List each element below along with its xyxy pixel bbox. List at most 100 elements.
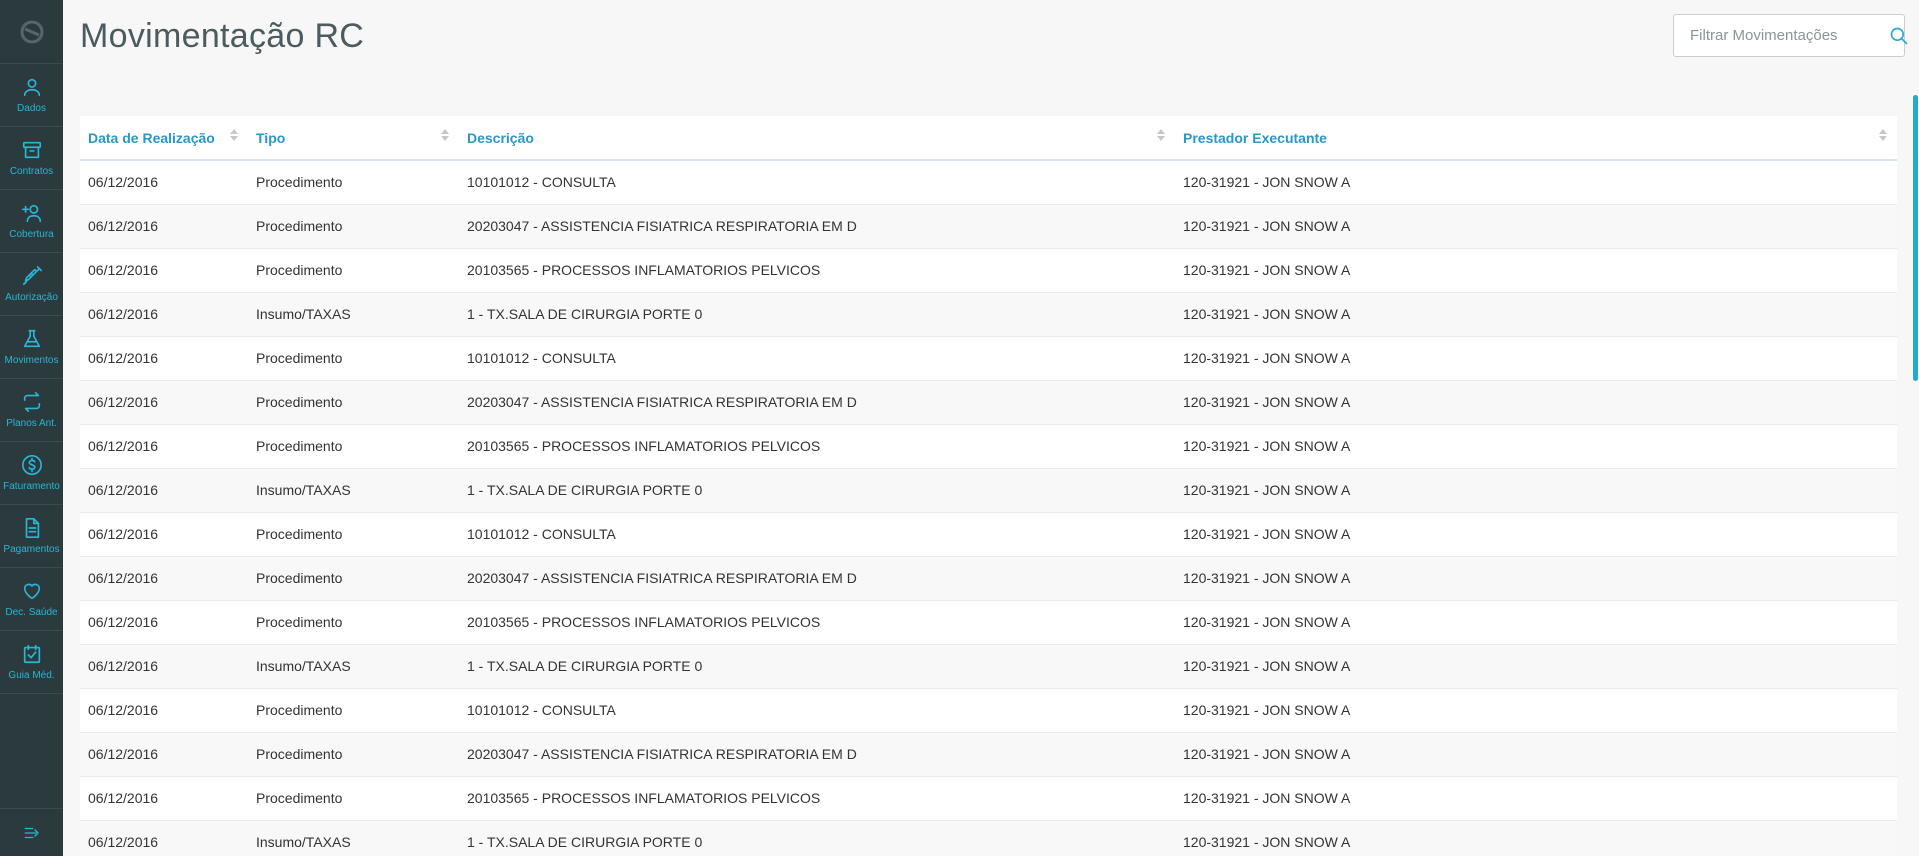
table-row[interactable]: 06/12/2016 Procedimento 20203047 - ASSISTE… — [80, 380, 1897, 425]
movements-table-container: Data de Realização Tipo Descrição Presta… — [80, 116, 1897, 856]
sidebar-item-label: Dec. Saúde — [5, 607, 58, 618]
sidebar-item-guia-med[interactable]: Guia Méd. — [0, 631, 63, 694]
cell-tipo: Procedimento — [248, 600, 459, 645]
table-row[interactable]: 06/12/2016 Insumo/TAXAS 1 - TX.SALA DE CIR… — [80, 820, 1897, 856]
sidebar: Dados Contratos Cobertura Autorização Mo… — [0, 0, 63, 856]
cell-descricao: 1 - TX.SALA DE CIRURGIA PORTE 0 — [459, 468, 1175, 513]
table-row[interactable]: 06/12/2016 Procedimento 10101012 - CONSULT… — [80, 336, 1897, 381]
cell-prestador: 120-31921 - JON SNOW A — [1175, 160, 1897, 205]
sidebar-item-planos-ant[interactable]: Planos Ant. — [0, 379, 63, 442]
calendar-check-icon — [23, 644, 40, 664]
cell-prestador: 120-31921 - JON SNOW A — [1175, 556, 1897, 601]
column-header-label: Tipo — [256, 129, 286, 146]
sidebar-item-faturamento[interactable]: Faturamento — [0, 442, 63, 505]
cell-data-realizacao: 06/12/2016 — [80, 732, 248, 777]
cell-descricao: 1 - TX.SALA DE CIRURGIA PORTE 0 — [459, 292, 1175, 337]
table-row[interactable]: 06/12/2016 Procedimento 20103565 - PROCESS… — [80, 776, 1897, 821]
cell-tipo: Procedimento — [248, 380, 459, 425]
table-row[interactable]: 06/12/2016 Procedimento 20203047 - ASSISTE… — [80, 556, 1897, 601]
heart-icon — [23, 583, 40, 600]
cell-tipo: Procedimento — [248, 512, 459, 557]
table-row[interactable]: 06/12/2016 Procedimento 20103565 - PROCESS… — [80, 424, 1897, 469]
cell-tipo: Insumo/TAXAS — [248, 292, 459, 337]
sidebar-item-movimentos[interactable]: Movimentos — [0, 316, 63, 379]
sidebar-item-cobertura[interactable]: Cobertura — [0, 190, 63, 253]
cell-prestador: 120-31921 - JON SNOW A — [1175, 336, 1897, 381]
cell-descricao: 20103565 - PROCESSOS INFLAMATORIOS PELVI… — [459, 600, 1175, 645]
cell-data-realizacao: 06/12/2016 — [80, 688, 248, 733]
table-row[interactable]: 06/12/2016 Procedimento 20203047 - ASSISTE… — [80, 204, 1897, 249]
column-header-label: Prestador Executante — [1183, 129, 1327, 146]
table-row[interactable]: 06/12/2016 Procedimento 20103565 - PROCESS… — [80, 600, 1897, 645]
column-header-data-realizacao[interactable]: Data de Realização — [80, 116, 248, 161]
cell-descricao: 10101012 - CONSULTA — [459, 688, 1175, 733]
cell-tipo: Procedimento — [248, 424, 459, 469]
sidebar-item-dados[interactable]: Dados — [0, 64, 63, 127]
user-icon — [23, 78, 40, 97]
refresh-icon — [23, 392, 40, 412]
table-row[interactable]: 06/12/2016 Procedimento 10101012 - CONSULT… — [80, 160, 1897, 205]
sort-icon[interactable] — [1879, 128, 1887, 141]
table-row[interactable]: 06/12/2016 Insumo/TAXAS 1 - TX.SALA DE CIR… — [80, 644, 1897, 689]
sidebar-item-label: Autorização — [5, 292, 58, 303]
column-header-prestador[interactable]: Prestador Executante — [1175, 116, 1897, 161]
expand-menu-icon — [24, 827, 39, 838]
archive-icon — [22, 141, 41, 159]
cell-prestador: 120-31921 - JON SNOW A — [1175, 292, 1897, 337]
cell-prestador: 120-31921 - JON SNOW A — [1175, 380, 1897, 425]
cell-data-realizacao: 06/12/2016 — [80, 248, 248, 293]
cell-descricao: 20203047 - ASSISTENCIA FISIATRICA RESPIR… — [459, 380, 1175, 425]
app-logo[interactable] — [0, 0, 63, 64]
column-header-descricao[interactable]: Descrição — [459, 116, 1175, 161]
cell-data-realizacao: 06/12/2016 — [80, 424, 248, 469]
table-row[interactable]: 06/12/2016 Procedimento 10101012 - CONSULT… — [80, 512, 1897, 557]
sidebar-item-dec-saude[interactable]: Dec. Saúde — [0, 568, 63, 631]
cell-prestador: 120-31921 - JON SNOW A — [1175, 204, 1897, 249]
table-row[interactable]: 06/12/2016 Procedimento 20103565 - PROCESS… — [80, 248, 1897, 293]
cell-tipo: Insumo/TAXAS — [248, 644, 459, 689]
sidebar-item-label: Faturamento — [3, 481, 60, 492]
cell-data-realizacao: 06/12/2016 — [80, 776, 248, 821]
table-row[interactable]: 06/12/2016 Insumo/TAXAS 1 - TX.SALA DE CIR… — [80, 292, 1897, 337]
table-row[interactable]: 06/12/2016 Procedimento 20203047 - ASSISTE… — [80, 732, 1897, 777]
sidebar-item-label: Movimentos — [4, 355, 59, 366]
search-button[interactable] — [1889, 15, 1909, 56]
sidebar-item-contratos[interactable]: Contratos — [0, 127, 63, 190]
search-input[interactable] — [1674, 27, 1889, 44]
cell-tipo: Procedimento — [248, 776, 459, 821]
cell-prestador: 120-31921 - JON SNOW A — [1175, 512, 1897, 557]
sidebar-item-autorizacao[interactable]: Autorização — [0, 253, 63, 316]
sidebar-item-label: Cobertura — [9, 229, 54, 240]
table-row[interactable]: 06/12/2016 Insumo/TAXAS 1 - TX.SALA DE CIR… — [80, 468, 1897, 513]
cell-prestador: 120-31921 - JON SNOW A — [1175, 248, 1897, 293]
cell-descricao: 20103565 - PROCESSOS INFLAMATORIOS PELVI… — [459, 776, 1175, 821]
cell-prestador: 120-31921 - JON SNOW A — [1175, 776, 1897, 821]
column-header-tipo[interactable]: Tipo — [248, 116, 459, 161]
sort-icon[interactable] — [1157, 128, 1165, 141]
sidebar-item-pagamentos[interactable]: Pagamentos — [0, 505, 63, 568]
sort-icon[interactable] — [230, 128, 238, 141]
table-body: 06/12/2016 Procedimento 10101012 - CONSULT… — [80, 160, 1897, 856]
cell-descricao: 10101012 - CONSULTA — [459, 336, 1175, 381]
syringe-icon — [22, 266, 42, 286]
cell-descricao: 20103565 - PROCESSOS INFLAMATORIOS PELVI… — [459, 424, 1175, 469]
cell-data-realizacao: 06/12/2016 — [80, 600, 248, 645]
cell-descricao: 10101012 - CONSULTA — [459, 160, 1175, 205]
cell-data-realizacao: 06/12/2016 — [80, 292, 248, 337]
flask-icon — [23, 329, 40, 348]
movements-table: Data de Realização Tipo Descrição Presta… — [80, 116, 1897, 856]
cell-tipo: Procedimento — [248, 160, 459, 205]
table-header-row: Data de Realização Tipo Descrição Presta… — [80, 116, 1897, 161]
logo-icon — [20, 20, 43, 43]
scrollbar-thumb[interactable] — [1913, 95, 1918, 381]
cell-tipo: Insumo/TAXAS — [248, 820, 459, 856]
sort-icon[interactable] — [441, 128, 449, 141]
search-icon — [1890, 27, 1908, 44]
cell-prestador: 120-31921 - JON SNOW A — [1175, 600, 1897, 645]
cell-data-realizacao: 06/12/2016 — [80, 336, 248, 381]
cell-data-realizacao: 06/12/2016 — [80, 160, 248, 205]
sidebar-toggle-button[interactable] — [0, 808, 63, 856]
cell-tipo: Insumo/TAXAS — [248, 468, 459, 513]
table-row[interactable]: 06/12/2016 Procedimento 10101012 - CONSULT… — [80, 688, 1897, 733]
sidebar-item-label: Dados — [17, 103, 46, 114]
